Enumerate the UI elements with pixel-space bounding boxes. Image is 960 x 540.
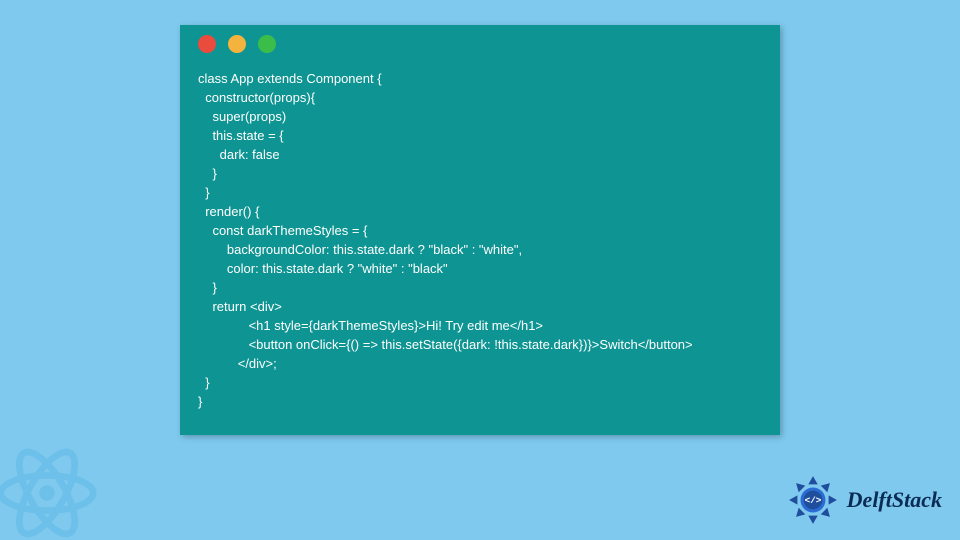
brand: </> DelftStack [787,474,942,526]
brand-name: DelftStack [847,487,942,513]
svg-text:</>: </> [804,495,821,506]
window-titlebar [180,25,780,63]
code-window: class App extends Component { constructo… [180,25,780,435]
code-snippet: class App extends Component { constructo… [180,63,780,427]
decorative-atom-icon [0,438,102,540]
brand-logo-icon: </> [787,474,839,526]
maximize-icon [258,35,276,53]
close-icon [198,35,216,53]
minimize-icon [228,35,246,53]
